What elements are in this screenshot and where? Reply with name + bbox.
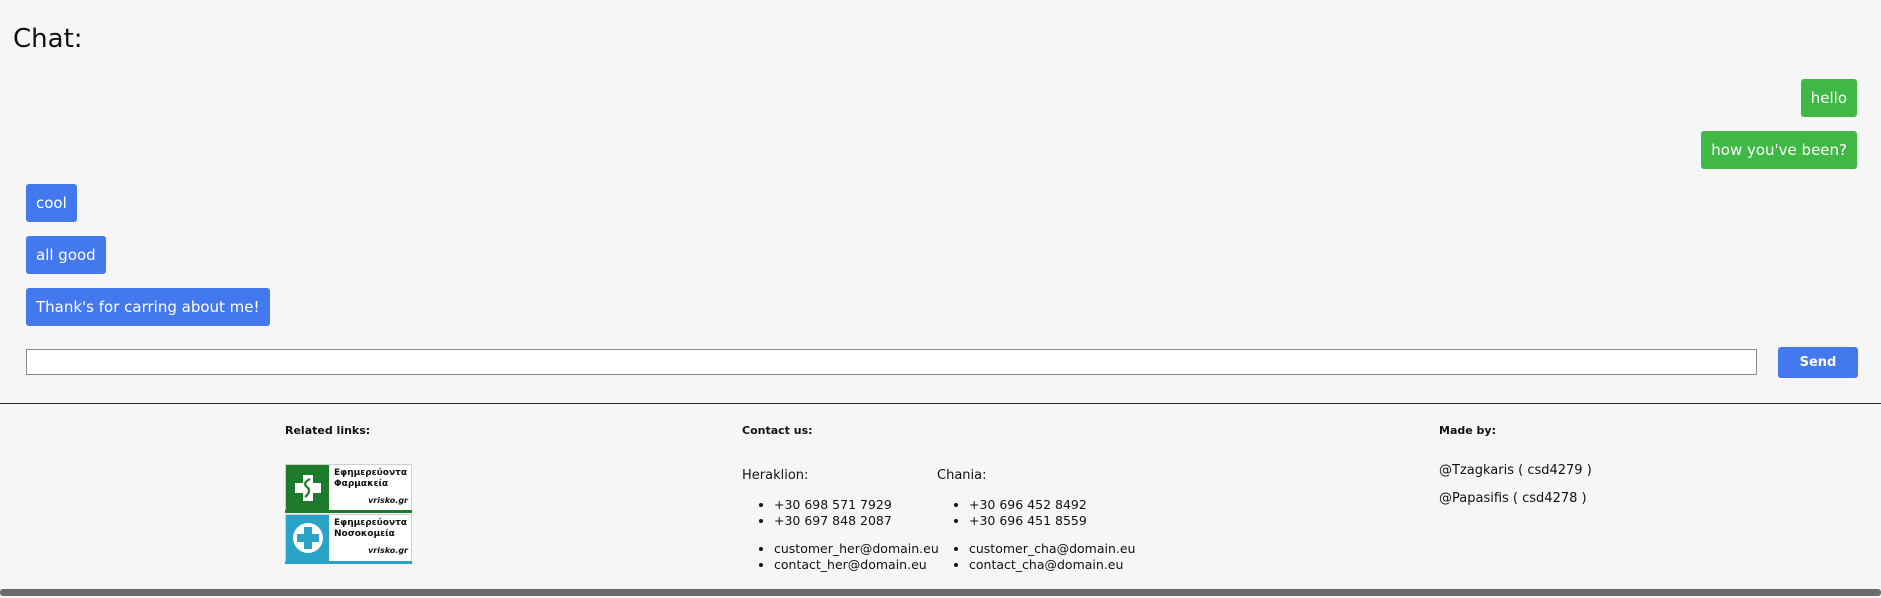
heraklion-label: Heraklion:: [742, 468, 809, 483]
related-links-heading: Related links:: [285, 424, 371, 437]
message-input[interactable]: [26, 349, 1757, 375]
chania-email-list: customer_cha@domain.eu contact_cha@domai…: [946, 541, 1135, 573]
hospital-cross-icon: [286, 515, 329, 561]
badge-underline: [285, 561, 412, 564]
heraklion-email-list: customer_her@domain.eu contact_her@domai…: [751, 541, 939, 573]
contact-heading: Contact us:: [742, 424, 813, 437]
badge-title-line: Εφημερεύοντα: [334, 468, 407, 478]
badge-title-line: Νοσοκομεία: [334, 529, 395, 539]
page-title: Chat:: [13, 24, 83, 54]
email-address: contact_her@domain.eu: [774, 557, 939, 573]
phone-number: +30 697 848 2087: [774, 513, 892, 529]
badge-title-line: Εφημερεύοντα: [334, 518, 407, 528]
chat-page: Chat: hello how you've been? cool all go…: [0, 0, 1881, 598]
chat-message-received: cool: [26, 184, 77, 222]
made-by-heading: Made by:: [1439, 424, 1496, 437]
pharmacy-cross-icon: [286, 465, 329, 511]
chat-message-received: Thank's for carring about me!: [26, 288, 270, 326]
chat-message-sent: how you've been?: [1701, 131, 1857, 169]
vrisko-logo: vrisko.gr: [368, 546, 408, 555]
email-address: customer_cha@domain.eu: [969, 541, 1135, 557]
chania-phone-list: +30 696 452 8492 +30 696 451 8559: [946, 497, 1087, 529]
vrisko-logo: vrisko.gr: [368, 496, 408, 505]
chat-message-sent: hello: [1800, 79, 1857, 117]
email-address: customer_her@domain.eu: [774, 541, 939, 557]
send-button[interactable]: Send: [1778, 347, 1858, 378]
author-credit: @Tzagkaris ( csd4279 ): [1439, 463, 1592, 478]
chania-label: Chania:: [937, 468, 987, 483]
chat-message-received: all good: [26, 236, 106, 274]
heraklion-phone-list: +30 698 571 7929 +30 697 848 2087: [751, 497, 892, 529]
horizontal-scrollbar[interactable]: [0, 589, 1881, 596]
badge-title-line: Φαρμακεία: [334, 479, 389, 489]
phone-number: +30 696 452 8492: [969, 497, 1087, 513]
pharmacies-link[interactable]: Εφημερεύοντα Φαρμακεία vrisko.gr: [285, 464, 412, 512]
email-address: contact_cha@domain.eu: [969, 557, 1135, 573]
author-credit: @Papasifis ( csd4278 ): [1439, 491, 1587, 506]
hospitals-link[interactable]: Εφημερεύοντα Νοσοκομεία vrisko.gr: [285, 514, 412, 562]
badge-underline: [285, 510, 412, 513]
phone-number: +30 696 451 8559: [969, 513, 1087, 529]
phone-number: +30 698 571 7929: [774, 497, 892, 513]
footer: Related links: Εφημερεύοντα Φαρμακεία vr…: [0, 403, 1881, 598]
